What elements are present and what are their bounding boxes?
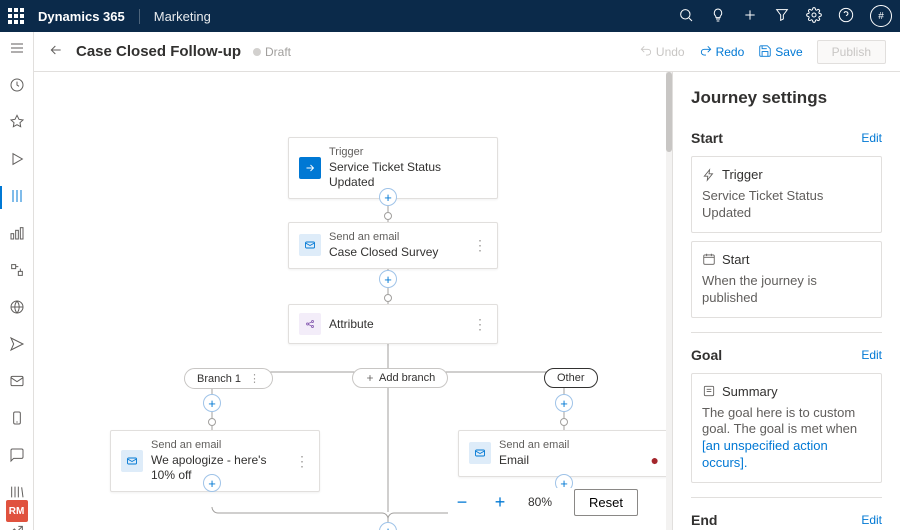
node-title: Service Ticket Status Updated — [329, 160, 487, 190]
start-when-card[interactable]: Start When the journey is published — [691, 241, 882, 318]
goal-summary-card[interactable]: Summary The goal here is to custom goal.… — [691, 373, 882, 484]
trigger-icon — [299, 157, 321, 179]
idea-icon[interactable] — [710, 7, 726, 26]
add-step-button[interactable]: + — [203, 394, 221, 412]
mail-icon — [299, 234, 321, 256]
node-menu[interactable]: ⋮ — [463, 238, 487, 252]
card-label: Start — [722, 252, 749, 267]
journey-icon[interactable] — [9, 188, 25, 207]
node-title: Case Closed Survey — [329, 245, 438, 260]
node-menu[interactable]: ⋮ — [285, 454, 309, 468]
module-name: Marketing — [139, 9, 211, 24]
gear-icon[interactable] — [806, 7, 822, 26]
search-icon[interactable] — [678, 7, 694, 26]
connector-dot — [384, 212, 392, 220]
add-step-button[interactable]: + — [555, 394, 573, 412]
edit-goal-link[interactable]: Edit — [861, 348, 882, 362]
error-icon: ● — [651, 452, 659, 468]
branch-pill-other[interactable]: Other — [544, 368, 598, 388]
section-goal-heading: Goal — [691, 347, 722, 363]
add-step-button[interactable]: + — [379, 188, 397, 206]
help-icon[interactable] — [838, 7, 854, 26]
node-sub: Send an email — [151, 439, 285, 453]
edit-start-link[interactable]: Edit — [861, 131, 882, 145]
flow-icon[interactable] — [9, 262, 25, 281]
left-nav-rail: RM — [0, 32, 34, 530]
connector-dot — [208, 418, 216, 426]
status-badge: Draft — [253, 45, 291, 59]
card-label: Trigger — [722, 167, 763, 182]
add-step-button[interactable]: + — [379, 270, 397, 288]
filter-icon[interactable] — [774, 7, 790, 26]
app-launcher-icon[interactable] — [8, 8, 24, 24]
section-start-heading: Start — [691, 130, 723, 146]
node-menu[interactable]: ⋮ — [463, 317, 487, 331]
user-avatar[interactable]: # — [870, 5, 892, 27]
mail-icon — [121, 450, 143, 472]
settings-panel: Journey settings Start Edit Trigger Servi… — [672, 72, 900, 530]
node-title: Attribute — [329, 317, 374, 332]
user-badge[interactable]: RM — [6, 500, 28, 522]
node-sub: Send an email — [499, 439, 569, 453]
node-sub: Send an email — [329, 231, 438, 245]
edit-end-link[interactable]: Edit — [861, 513, 882, 527]
app-name: Dynamics 365 — [38, 9, 125, 24]
zoom-percent: 80% — [524, 495, 556, 509]
card-label: Summary — [722, 384, 778, 399]
start-trigger-card[interactable]: Trigger Service Ticket Status Updated — [691, 156, 882, 233]
add-icon[interactable] — [742, 7, 758, 26]
recent-icon[interactable] — [9, 77, 25, 96]
section-end-heading: End — [691, 512, 717, 528]
mail-icon[interactable] — [9, 373, 25, 392]
redo-button[interactable]: Redo — [699, 44, 745, 59]
zoom-reset-button[interactable]: Reset — [574, 489, 638, 516]
segments-icon[interactable] — [9, 225, 25, 244]
node-sub: Trigger — [329, 146, 487, 160]
node-send-email-1[interactable]: Send an emailCase Closed Survey ⋮ — [288, 222, 498, 269]
card-value: The goal here is to custom goal. The goa… — [702, 405, 871, 473]
analytics-icon[interactable] — [9, 521, 25, 530]
save-button[interactable]: Save — [758, 44, 802, 59]
add-branch-button[interactable]: Add branch — [352, 368, 448, 388]
play-icon[interactable] — [9, 151, 25, 170]
globe-icon[interactable] — [9, 299, 25, 318]
canvas-scrollbar[interactable] — [666, 72, 672, 530]
branch-pill-1[interactable]: Branch 1⋮ — [184, 368, 273, 389]
zoom-in-button[interactable]: + — [486, 488, 514, 516]
pin-icon[interactable] — [9, 114, 25, 133]
menu-icon[interactable] — [9, 40, 25, 59]
undo-button[interactable]: Undo — [639, 44, 685, 59]
node-title: Email — [499, 453, 569, 468]
back-button[interactable] — [48, 42, 64, 61]
device-icon[interactable] — [9, 410, 25, 429]
panel-title: Journey settings — [691, 88, 882, 108]
goal-link[interactable]: [an unspecified action occurs]. — [702, 438, 828, 470]
connector-dot — [560, 418, 568, 426]
node-send-email-3[interactable]: Send an emailEmail ● — [458, 430, 668, 477]
chat-icon[interactable] — [9, 447, 25, 466]
node-attribute[interactable]: Attribute ⋮ — [288, 304, 498, 344]
send-icon[interactable] — [9, 336, 25, 355]
page-title: Case Closed Follow-up — [76, 43, 241, 60]
journey-canvas[interactable]: TriggerService Ticket Status Updated + S… — [34, 72, 672, 530]
mail-icon — [469, 442, 491, 464]
card-value: Service Ticket Status Updated — [702, 188, 871, 222]
add-step-button[interactable]: + — [203, 474, 221, 492]
attribute-icon — [299, 313, 321, 335]
publish-button[interactable]: Publish — [817, 40, 886, 64]
zoom-out-button[interactable]: − — [448, 488, 476, 516]
card-value: When the journey is published — [702, 273, 871, 307]
connector-dot — [384, 294, 392, 302]
